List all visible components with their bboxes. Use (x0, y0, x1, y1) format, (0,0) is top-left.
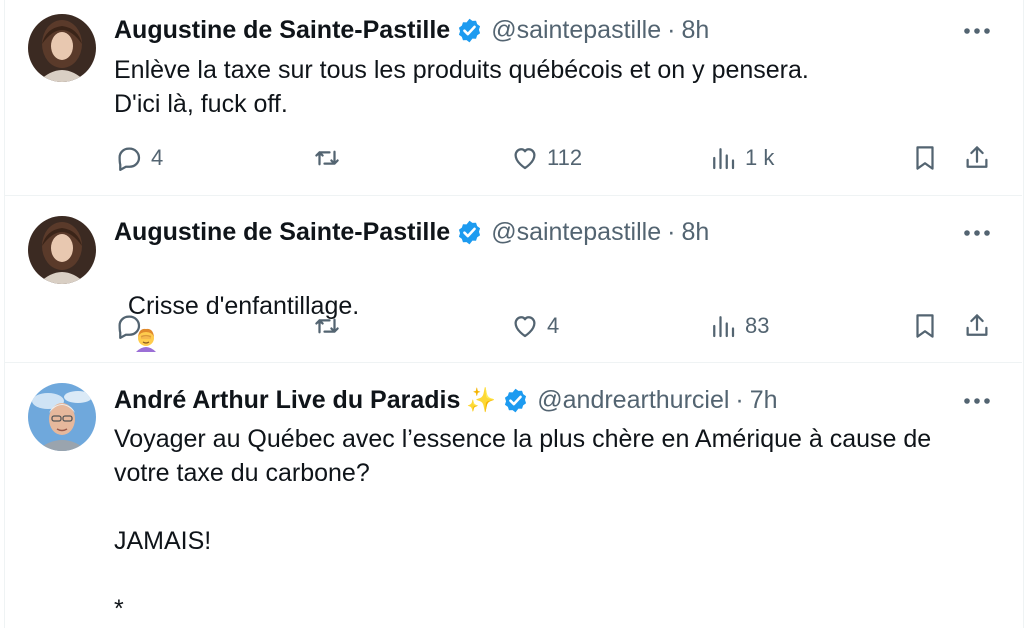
handle[interactable]: @andrearthurciel (537, 386, 729, 415)
retweet-button[interactable] (312, 306, 349, 346)
handle[interactable]: @saintepastille (491, 218, 661, 247)
timestamp[interactable]: 7h (750, 386, 778, 415)
retweet-icon (315, 318, 339, 334)
timestamp[interactable]: 8h (681, 16, 709, 45)
more-options-button[interactable] (962, 386, 992, 416)
display-name[interactable]: Augustine de Sainte-Pastille (114, 16, 450, 45)
tweet-header: Augustine de Sainte-Pastille @saintepast… (114, 217, 709, 247)
tweet-actions: 4 112 1 k (114, 138, 994, 178)
avatar[interactable] (28, 216, 96, 284)
bookmark-button[interactable] (910, 138, 940, 178)
bookmark-icon (916, 314, 934, 338)
avatar[interactable] (28, 383, 96, 451)
more-icon (964, 398, 990, 404)
reply-button[interactable] (114, 306, 151, 346)
separator-dot: · (667, 217, 676, 246)
separator-dot: · (667, 15, 676, 44)
heart-icon (514, 316, 536, 338)
tweet-header: Augustine de Sainte-Pastille @saintepast… (114, 15, 709, 45)
more-icon (964, 28, 990, 34)
more-options-button[interactable] (962, 16, 992, 46)
like-count: 112 (547, 145, 583, 170)
more-options-button[interactable] (962, 218, 992, 248)
reply-icon (118, 315, 141, 339)
separator-dot: · (735, 385, 744, 414)
views-count: 83 (745, 313, 770, 338)
bookmark-icon (916, 146, 934, 170)
share-icon (966, 314, 988, 336)
handle[interactable]: @saintepastille (491, 16, 661, 45)
tweet-text: Enlève la taxe sur tous les produits qué… (114, 56, 809, 118)
sparkles-emoji: ✨ (466, 386, 497, 414)
retweet-icon (315, 150, 339, 166)
views-icon (713, 148, 735, 170)
like-button[interactable]: 4 (510, 306, 559, 346)
verified-badge-icon (459, 220, 481, 244)
tweet-actions: 4 83 (114, 306, 994, 346)
avatar[interactable] (28, 14, 96, 82)
verified-badge-icon (459, 18, 481, 42)
reply-icon (118, 147, 141, 171)
share-button[interactable] (962, 306, 992, 346)
share-icon (966, 146, 988, 168)
display-name[interactable]: Augustine de Sainte-Pastille (114, 218, 450, 247)
display-name[interactable]: André Arthur Live du Paradis (114, 386, 460, 415)
share-button[interactable] (962, 138, 992, 178)
views-icon (713, 316, 735, 338)
timestamp[interactable]: 8h (681, 218, 709, 247)
heart-icon (514, 148, 536, 170)
tweet-text: Voyager au Québec avec l’essence la plus… (114, 425, 932, 623)
views-button[interactable]: 83 (708, 306, 769, 346)
like-count: 4 (547, 313, 560, 338)
more-icon (964, 230, 990, 236)
like-button[interactable]: 112 (510, 138, 582, 178)
views-button[interactable]: 1 k (708, 138, 774, 178)
retweet-button[interactable] (312, 138, 349, 178)
tweet-header: André Arthur Live du Paradis ✨ @andreart… (114, 385, 778, 415)
bookmark-button[interactable] (910, 306, 940, 346)
views-count: 1 k (745, 145, 775, 170)
reply-button[interactable]: 4 (114, 138, 163, 178)
verified-badge-icon (505, 388, 527, 412)
reply-count: 4 (151, 145, 164, 170)
